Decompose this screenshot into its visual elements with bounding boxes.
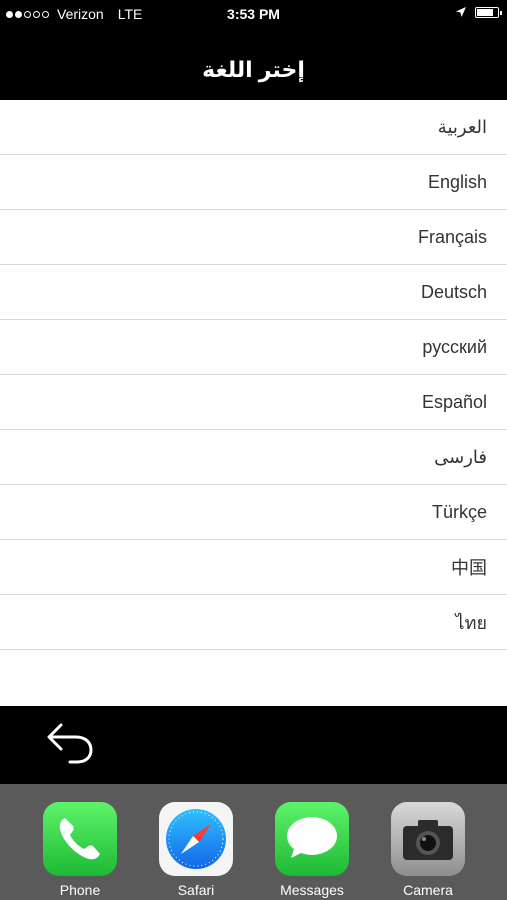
language-item-spanish[interactable]: Español [0, 375, 507, 430]
status-bar: Verizon LTE 3:53 PM [0, 0, 507, 28]
location-arrow-icon [456, 7, 466, 17]
safari-icon [159, 802, 233, 876]
language-item-english[interactable]: English [0, 155, 507, 210]
phone-icon [43, 802, 117, 876]
language-item-russian[interactable]: русский [0, 320, 507, 375]
dock-app-label: Camera [403, 882, 453, 898]
camera-icon [391, 802, 465, 876]
dock-app-messages[interactable]: Messages [275, 802, 349, 898]
page-title-text: إختر اللغة [202, 57, 305, 82]
back-button[interactable] [44, 720, 96, 766]
language-list: العربية English Français Deutsch русский… [0, 100, 507, 706]
status-right [455, 6, 502, 18]
dock-app-camera[interactable]: Camera [391, 802, 465, 898]
dock-app-phone[interactable]: Phone [43, 802, 117, 898]
dock-app-label: Safari [177, 882, 215, 898]
back-arrow-icon [47, 723, 93, 764]
bottom-toolbar [0, 706, 507, 784]
language-item-chinese[interactable]: 中国 [0, 540, 507, 595]
language-item-persian[interactable]: فارسی [0, 430, 507, 485]
language-item-turkish[interactable]: Türkçe [0, 485, 507, 540]
language-item-arabic[interactable]: العربية [0, 100, 507, 155]
status-time: 3:53 PM [227, 6, 280, 22]
language-item-thai[interactable]: ไทย [0, 595, 507, 650]
language-item-french[interactable]: Français [0, 210, 507, 265]
language-item-german[interactable]: Deutsch [0, 265, 507, 320]
battery-icon [475, 6, 502, 18]
messages-icon [275, 802, 349, 876]
dock: Phone Safari Messages Camera [0, 784, 507, 900]
dock-app-safari[interactable]: Safari [159, 802, 233, 898]
dock-app-label: Messages [280, 882, 344, 898]
dock-app-label: Phone [59, 882, 101, 898]
page-title: إختر اللغة [0, 40, 507, 100]
